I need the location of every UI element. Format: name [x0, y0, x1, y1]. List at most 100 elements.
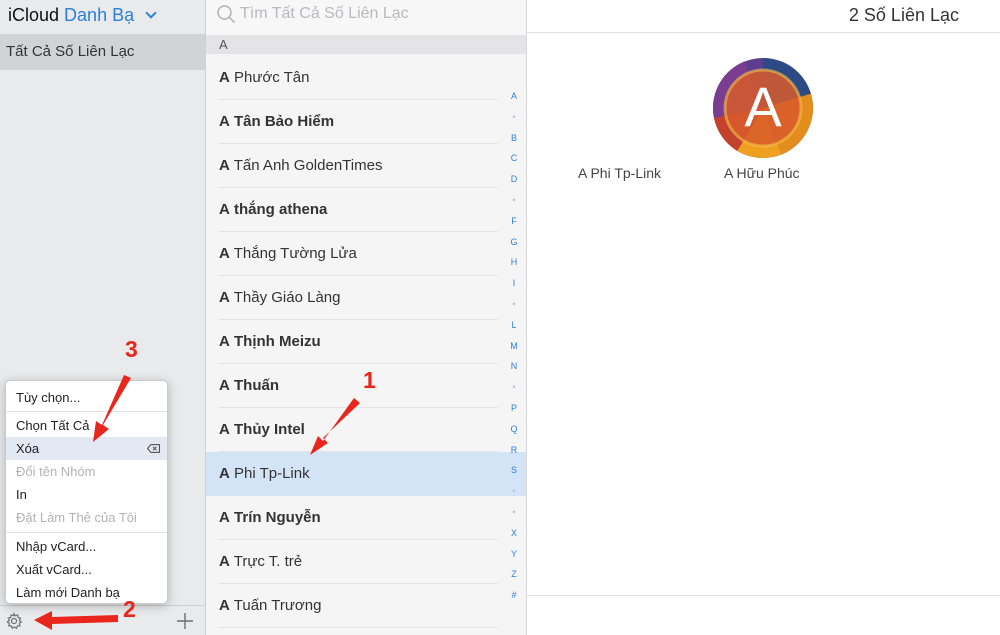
annotation-step-1: 1 — [363, 367, 376, 393]
index-letter[interactable]: F — [508, 216, 520, 226]
contact-row[interactable]: A Tuấn Trương — [206, 584, 526, 628]
contact-card-name[interactable]: A Phi Tp-Link — [578, 165, 661, 181]
contact-last-name: Tuấn Trương — [233, 597, 322, 614]
menu-divider — [6, 411, 167, 412]
index-letter[interactable]: D — [508, 174, 520, 184]
divider — [527, 32, 1000, 33]
index-letter[interactable]: H — [508, 257, 520, 267]
delete-key-icon — [147, 444, 160, 453]
contact-first-name: A — [219, 245, 230, 262]
settings-menu: Tùy chọn... Chọn Tất Cả Xóa Đổi tên Nhóm… — [5, 380, 168, 604]
sidebar-item-all-contacts[interactable]: Tất Cả Số Liên Lạc — [0, 34, 205, 70]
menu-item-make-my-card[interactable]: Đặt Làm Thẻ của Tôi — [6, 506, 167, 529]
index-letter[interactable]: # — [508, 590, 520, 600]
contact-first-name: A — [219, 465, 230, 482]
contact-last-name: Trín Nguyễn — [234, 509, 321, 526]
contact-row[interactable]: A Thắng Tường Lửa — [206, 232, 526, 276]
index-letter[interactable]: Z — [508, 569, 520, 579]
index-letter[interactable]: B — [508, 133, 520, 143]
index-letter[interactable]: Y — [508, 549, 520, 559]
contact-card-name[interactable]: A Hữu Phúc — [724, 165, 800, 181]
annotation-step-2: 2 — [123, 596, 136, 622]
contact-row[interactable]: A Phi Tp-Link — [206, 452, 526, 496]
contact-last-name: Thắng Tường Lửa — [233, 245, 357, 262]
menu-item-delete-label: Xóa — [16, 441, 40, 456]
contact-first-name: A — [219, 421, 230, 438]
contact-last-name: Thịnh Meizu — [234, 333, 321, 350]
annotation-step-3: 3 — [125, 336, 138, 362]
contact-first-name: A — [219, 289, 230, 306]
menu-divider — [6, 532, 167, 533]
section-header: A — [206, 35, 526, 54]
contact-row[interactable]: A Thầy Giáo Làng — [206, 276, 526, 320]
contact-row[interactable]: A Thủy Intel — [206, 408, 526, 452]
contact-list-pane: Tìm Tất Cả Số Liên Lạc A A Phước Tân A Tâ… — [206, 0, 527, 635]
contact-row[interactable]: A Phước Tân — [206, 56, 526, 100]
contact-first-name: A — [219, 553, 230, 570]
gear-icon[interactable] — [5, 612, 23, 630]
index-letter[interactable]: N — [508, 361, 520, 371]
brand-label: iCloud — [8, 5, 60, 25]
search-input[interactable]: Tìm Tất Cả Số Liên Lạc — [240, 5, 409, 23]
contact-row[interactable]: A Trín Nguyễn — [206, 496, 526, 540]
contact-last-name: thắng athena — [234, 201, 328, 218]
index-letter[interactable]: • — [508, 299, 520, 309]
index-letter[interactable]: R — [508, 445, 520, 455]
contact-row[interactable]: A Thịnh Meizu — [206, 320, 526, 364]
contact-first-name: A — [219, 157, 230, 174]
contact-first-name: A — [219, 113, 230, 130]
index-letter[interactable]: X — [508, 528, 520, 538]
index-letter[interactable]: P — [508, 403, 520, 413]
contact-first-name: A — [219, 597, 230, 614]
index-letter[interactable]: • — [508, 507, 520, 517]
index-letter[interactable]: L — [508, 320, 520, 330]
menu-item-select-all[interactable]: Chọn Tất Cả — [6, 414, 167, 437]
sidebar-footer — [0, 605, 205, 635]
index-letter[interactable]: A — [508, 91, 520, 101]
contact-row[interactable]: A Tân Bảo Hiểm — [206, 100, 526, 144]
contact-first-name: A — [219, 333, 230, 350]
index-letter[interactable]: S — [508, 465, 520, 475]
contact-last-name: Thầy Giáo Làng — [233, 289, 341, 306]
search-bar[interactable]: Tìm Tất Cả Số Liên Lạc — [206, 0, 526, 33]
avatar-initial: A — [744, 75, 782, 138]
contact-last-name: Phước Tân — [234, 69, 310, 86]
contact-row[interactable]: A Trực T. trẻ — [206, 540, 526, 584]
search-icon — [217, 5, 236, 24]
contact-last-name: Thủy Intel — [234, 421, 305, 438]
app-section-label: Danh Bạ — [64, 5, 135, 25]
index-letter[interactable]: • — [508, 195, 520, 205]
contact-row[interactable]: A Tấn Anh GoldenTimes — [206, 144, 526, 188]
chevron-down-icon[interactable] — [145, 7, 157, 19]
index-letter[interactable]: • — [508, 382, 520, 392]
contact-row[interactable]: A thắng athena — [206, 188, 526, 232]
contact-last-name: Tấn Anh GoldenTimes — [233, 157, 383, 174]
menu-item-preferences[interactable]: Tùy chọn... — [6, 386, 167, 409]
index-letter[interactable]: Q — [508, 424, 520, 434]
contact-last-name: Tân Bảo Hiểm — [234, 113, 335, 130]
contact-first-name: A — [219, 201, 230, 218]
index-letter[interactable]: M — [508, 341, 520, 351]
contact-count: 2 Số Liên Lạc — [848, 5, 959, 25]
contact-avatar[interactable]: A — [713, 58, 813, 158]
menu-item-delete[interactable]: Xóa — [6, 437, 167, 460]
contact-last-name: Trực T. trẻ — [233, 553, 303, 570]
app-title[interactable]: iCloud Danh Bạ — [8, 5, 157, 26]
menu-item-print[interactable]: In — [6, 483, 167, 506]
index-letter[interactable]: G — [508, 237, 520, 247]
menu-item-refresh-contacts[interactable]: Làm mới Danh bạ — [6, 581, 167, 604]
index-letter[interactable]: I — [508, 278, 520, 288]
add-contact-icon[interactable] — [176, 612, 194, 630]
contact-first-name: A — [219, 69, 230, 86]
contact-last-name: Thuấn — [234, 377, 280, 394]
index-letter[interactable]: C — [508, 153, 520, 163]
index-letter[interactable]: • — [508, 486, 520, 496]
menu-item-import-vcard[interactable]: Nhập vCard... — [6, 535, 167, 558]
contact-first-name: A — [219, 509, 230, 526]
index-letter[interactable]: • — [508, 112, 520, 122]
detail-pane: 2 Số Liên Lạc A A Phi Tp-Link A Hữu Phúc — [527, 0, 1000, 635]
menu-item-rename-group[interactable]: Đổi tên Nhóm — [6, 460, 167, 483]
contact-first-name: A — [219, 377, 230, 394]
contact-last-name: Phi Tp-Link — [234, 465, 310, 482]
menu-item-export-vcard[interactable]: Xuất vCard... — [6, 558, 167, 581]
